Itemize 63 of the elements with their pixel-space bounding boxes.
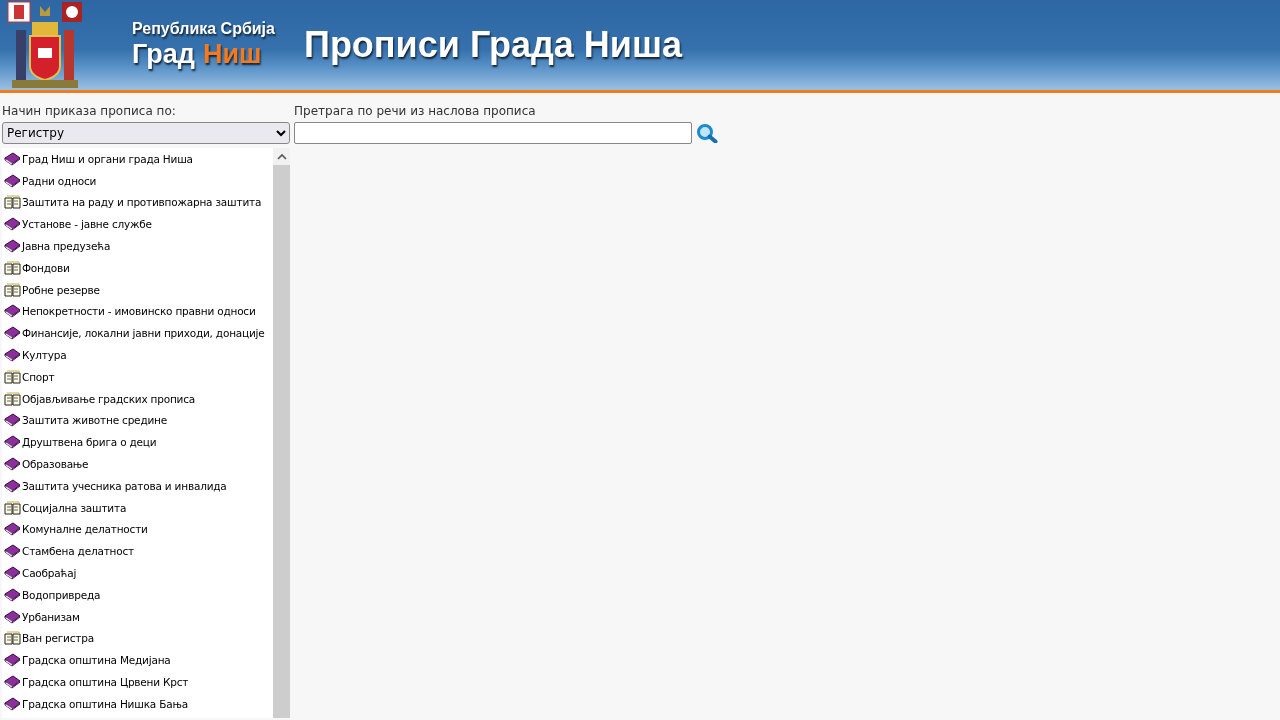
view-mode-label: Начин приказа прописа по: <box>2 103 177 120</box>
closed-book-icon <box>4 478 21 493</box>
tree-item[interactable]: Заштита животне средине <box>22 414 167 427</box>
tree-item[interactable]: Објављивање градских прописа <box>22 392 196 405</box>
country-name: Република Србија <box>132 20 276 38</box>
tree-item[interactable]: Непокретности - имовинско правни односи <box>22 305 256 318</box>
tree-item[interactable]: Градска општина Нишка Бања <box>22 697 188 710</box>
city-name: Ниш <box>202 38 262 70</box>
closed-book-icon <box>4 435 21 450</box>
open-book-icon <box>4 282 21 297</box>
tree-item[interactable]: Робне резерве <box>22 283 100 296</box>
view-mode-dropdown[interactable]: Регистру <box>2 122 290 144</box>
closed-book-icon <box>4 457 21 472</box>
closed-book-icon <box>4 348 21 363</box>
closed-book-icon <box>4 675 21 689</box>
tree-item[interactable]: Заштита учесника ратова и инвалида <box>22 479 227 492</box>
tree-item[interactable]: Урбанизам <box>22 610 80 623</box>
tree-item[interactable]: Социјална заштита <box>22 501 127 514</box>
open-book-icon <box>4 260 21 275</box>
tree-item[interactable]: Стамбена делатност <box>22 545 134 558</box>
closed-book-icon <box>4 239 21 254</box>
tree-item[interactable]: Јавна предузећа <box>22 240 111 253</box>
search-field[interactable] <box>294 122 692 144</box>
open-book-icon <box>4 391 21 406</box>
closed-book-icon <box>4 696 21 711</box>
tree-item[interactable]: Град Ниш и органи града Ниша <box>22 152 193 165</box>
page-title: Прописи Града Ниша <box>304 24 682 66</box>
tree-item[interactable]: Ван регистра <box>22 632 94 645</box>
tree-item[interactable]: Култура <box>22 349 67 362</box>
scroll-up-icon[interactable] <box>276 153 287 160</box>
open-book-icon <box>4 369 21 384</box>
tree-item[interactable]: Фондови <box>22 261 70 274</box>
closed-book-icon <box>4 413 21 428</box>
closed-book-icon <box>4 326 21 341</box>
tree-item[interactable]: Радни односи <box>22 174 97 187</box>
tree-item[interactable]: Друштвена брига о деци <box>22 436 157 449</box>
tree-item[interactable]: Градска општина Црвени Крст <box>22 676 189 688</box>
search-icon[interactable] <box>696 123 718 143</box>
closed-book-icon <box>4 151 21 166</box>
tree-item[interactable]: Комуналне делатности <box>22 523 148 536</box>
tree-item[interactable]: Водопривреда <box>22 588 101 601</box>
tree-item[interactable]: Финансије, локални јавни приходи, донације <box>22 327 265 340</box>
city-label: Град <box>132 38 195 70</box>
tree-item[interactable]: Градска општина Медијана <box>22 654 171 667</box>
closed-book-icon <box>4 173 21 188</box>
closed-book-icon <box>4 544 21 559</box>
closed-book-icon <box>4 217 21 232</box>
closed-book-icon <box>4 304 21 319</box>
closed-book-icon <box>4 522 21 537</box>
search-label: Претрага по речи из наслова прописа <box>294 103 537 120</box>
closed-book-icon <box>4 587 21 602</box>
open-book-icon <box>4 500 21 515</box>
tree-item[interactable]: Образовање <box>22 458 89 471</box>
tree-item[interactable]: Саобраћај <box>22 567 77 580</box>
open-book-icon <box>4 631 21 646</box>
tree-item[interactable]: Заштита на раду и противпожарна заштита <box>22 196 262 209</box>
closed-book-icon <box>4 653 21 668</box>
closed-book-icon <box>4 609 21 624</box>
scrollbar[interactable] <box>273 148 290 718</box>
closed-book-icon <box>4 566 21 581</box>
tree-item[interactable]: Спорт <box>22 370 55 383</box>
tree-item[interactable]: Установе - јавне службе <box>22 218 152 231</box>
open-book-icon <box>4 195 21 210</box>
